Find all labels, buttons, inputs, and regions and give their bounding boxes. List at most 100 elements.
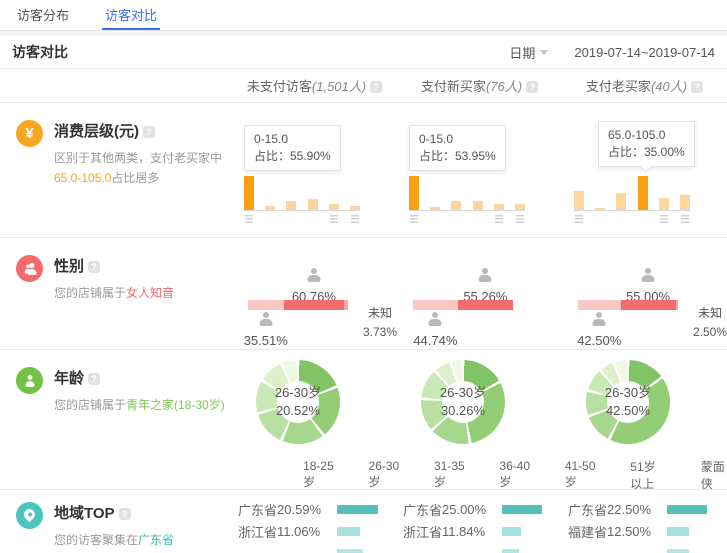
section-title: 地域TOP? — [54, 502, 174, 523]
page-title: 访客对比 — [12, 42, 68, 62]
gender-chart-old-buyers[interactable]: 55.00% 42.50% 未知2.50% — [562, 238, 727, 349]
tab-visitor-comparison[interactable]: 访客对比 — [102, 0, 160, 30]
legend-item[interactable]: 蒙面侠 — [688, 458, 727, 492]
help-icon[interactable]: ? — [119, 508, 131, 520]
section-description: 您的访客聚集在广东省 — [54, 530, 174, 550]
legend-swatch — [688, 469, 696, 480]
top-tab-bar: 访客分布 访客对比 — [0, 0, 727, 31]
help-icon[interactable]: ? — [526, 81, 538, 93]
region-bar — [667, 527, 689, 536]
male-icon — [592, 312, 607, 326]
gender-chart-unpaid[interactable]: 60.76% 35.51% 未知3.73% — [232, 238, 397, 349]
chart-tooltip: 65.0-105.0 占比：35.00% — [598, 121, 695, 167]
male-percent: 35.51% — [231, 333, 301, 348]
help-icon[interactable]: ? — [88, 373, 100, 385]
column-header-old-buyers: 支付老买家(40人)? — [562, 76, 727, 95]
location-pin-icon — [16, 502, 43, 529]
female-icon — [641, 268, 656, 282]
donut-center-label: 26-30岁30.26% — [442, 381, 484, 423]
tab-visitor-distribution[interactable]: 访客分布 — [14, 0, 72, 30]
region-bar — [667, 549, 689, 553]
axis-labels — [574, 215, 690, 225]
chevron-down-icon — [540, 50, 548, 55]
help-icon[interactable]: ? — [143, 126, 155, 138]
gender-bar[interactable] — [413, 300, 513, 310]
age-donut-old-buyers[interactable]: 26-30岁42.50% — [562, 350, 727, 460]
date-range[interactable]: 2019-07-14~2019-07-14 — [574, 45, 715, 60]
male-icon — [258, 312, 273, 326]
section-description: 您的店铺属于青年之家(18-30岁) — [54, 395, 225, 415]
region-row[interactable] — [232, 542, 397, 553]
consumption-chart-new-buyers[interactable]: 0-15.0 占比：53.95% — [397, 103, 562, 237]
unknown-percent: 未知2.50% — [684, 304, 727, 342]
legend-item[interactable]: 26-30岁 — [355, 459, 399, 490]
region-row[interactable]: 浙江省11.84% — [397, 520, 562, 542]
section-description: 您的店铺属于女人知音 — [54, 283, 174, 303]
column-header-new-buyers: 支付新买家(76人)? — [397, 76, 562, 95]
bar-chart[interactable] — [574, 171, 690, 211]
region-row[interactable]: 浙江省11.06% — [232, 520, 397, 542]
legend-item[interactable]: 18-25岁 — [290, 459, 334, 490]
region-bar — [337, 505, 378, 514]
legend-swatch — [290, 469, 298, 480]
section-title: 年龄? — [54, 367, 225, 388]
chart-tooltip: 0-15.0 占比：53.95% — [409, 125, 506, 171]
region-row[interactable]: 广东省22.50% — [562, 498, 727, 520]
section-description: 区别于其他两类，支付老买家中 65.0-105.0占比居多 — [54, 148, 222, 188]
legend-item[interactable]: 51岁以上 — [617, 458, 666, 492]
gender-bar[interactable] — [578, 300, 678, 310]
date-dropdown[interactable]: 日期 — [509, 43, 548, 62]
section-age: 年龄? 您的店铺属于青年之家(18-30岁) 26-30岁20.52% 26-3… — [0, 350, 727, 490]
section-region-top: 地域TOP? 您的访客聚集在广东省 广东省20.59% 浙江省11.06% 广东… — [0, 490, 727, 553]
gender-bar[interactable] — [248, 300, 348, 310]
region-list-old-buyers: 广东省22.50% 福建省12.50% — [562, 490, 727, 553]
chart-tooltip: 0-15.0 占比：55.90% — [244, 125, 341, 171]
yuan-icon: ¥ — [16, 120, 43, 147]
female-icon — [478, 268, 493, 282]
section-gender: 性别? 您的店铺属于女人知音 60.76% 35.51% 未知3.73% 55.… — [0, 238, 727, 350]
section-consumption-level: ¥ 消费层级(元)? 区别于其他两类，支付老买家中 65.0-105.0占比居多… — [0, 103, 727, 238]
region-bar — [502, 505, 542, 514]
region-bar — [502, 527, 521, 536]
section-title: 性别? — [54, 255, 174, 276]
bar-chart[interactable] — [409, 171, 525, 211]
region-bar — [337, 549, 363, 553]
bar-chart[interactable] — [244, 171, 360, 211]
age-legend: 18-25岁 26-30岁 31-35岁 36-40岁 41-50岁 51岁以上… — [232, 460, 727, 489]
section-title: 消费层级(元)? — [54, 120, 222, 141]
help-icon[interactable]: ? — [88, 261, 100, 273]
region-bar — [667, 505, 707, 514]
legend-swatch — [617, 469, 625, 480]
column-headers: 未支付访客(1,501人)? 支付新买家(76人)? 支付老买家(40人)? — [0, 69, 727, 103]
legend-item[interactable]: 36-40岁 — [486, 459, 530, 490]
region-row[interactable]: 广东省20.59% — [232, 498, 397, 520]
legend-swatch — [355, 469, 363, 480]
legend-swatch — [421, 469, 429, 480]
region-bar — [502, 549, 519, 553]
legend-swatch — [552, 469, 560, 480]
date-dropdown-label: 日期 — [509, 43, 535, 62]
female-icon — [306, 268, 321, 282]
help-icon[interactable]: ? — [691, 81, 703, 93]
gender-people-icon — [16, 255, 43, 282]
region-row[interactable]: 福建省12.50% — [562, 520, 727, 542]
region-row[interactable] — [562, 542, 727, 553]
male-percent: 44.74% — [400, 333, 470, 348]
legend-item[interactable]: 31-35岁 — [421, 459, 465, 490]
male-percent: 42.50% — [564, 333, 634, 348]
consumption-chart-old-buyers[interactable]: 65.0-105.0 占比：35.00% — [562, 103, 727, 237]
consumption-chart-unpaid[interactable]: 0-15.0 占比：55.90% — [232, 103, 397, 237]
help-icon[interactable]: ? — [370, 81, 382, 93]
age-donut-new-buyers[interactable]: 26-30岁30.26% — [397, 350, 562, 460]
age-person-icon — [16, 367, 43, 394]
panel-header: 访客对比 日期 2019-07-14~2019-07-14 — [0, 36, 727, 69]
legend-item[interactable]: 41-50岁 — [552, 459, 596, 490]
male-icon — [428, 312, 443, 326]
region-bar — [337, 527, 360, 536]
age-donut-unpaid[interactable]: 26-30岁20.52% — [232, 350, 397, 460]
gender-chart-new-buyers[interactable]: 55.26% 44.74% — [397, 238, 562, 349]
donut-center-label: 26-30岁20.52% — [277, 381, 319, 423]
region-list-unpaid: 广东省20.59% 浙江省11.06% — [232, 490, 397, 553]
region-row[interactable]: 广东省25.00% — [397, 498, 562, 520]
region-row[interactable] — [397, 542, 562, 553]
